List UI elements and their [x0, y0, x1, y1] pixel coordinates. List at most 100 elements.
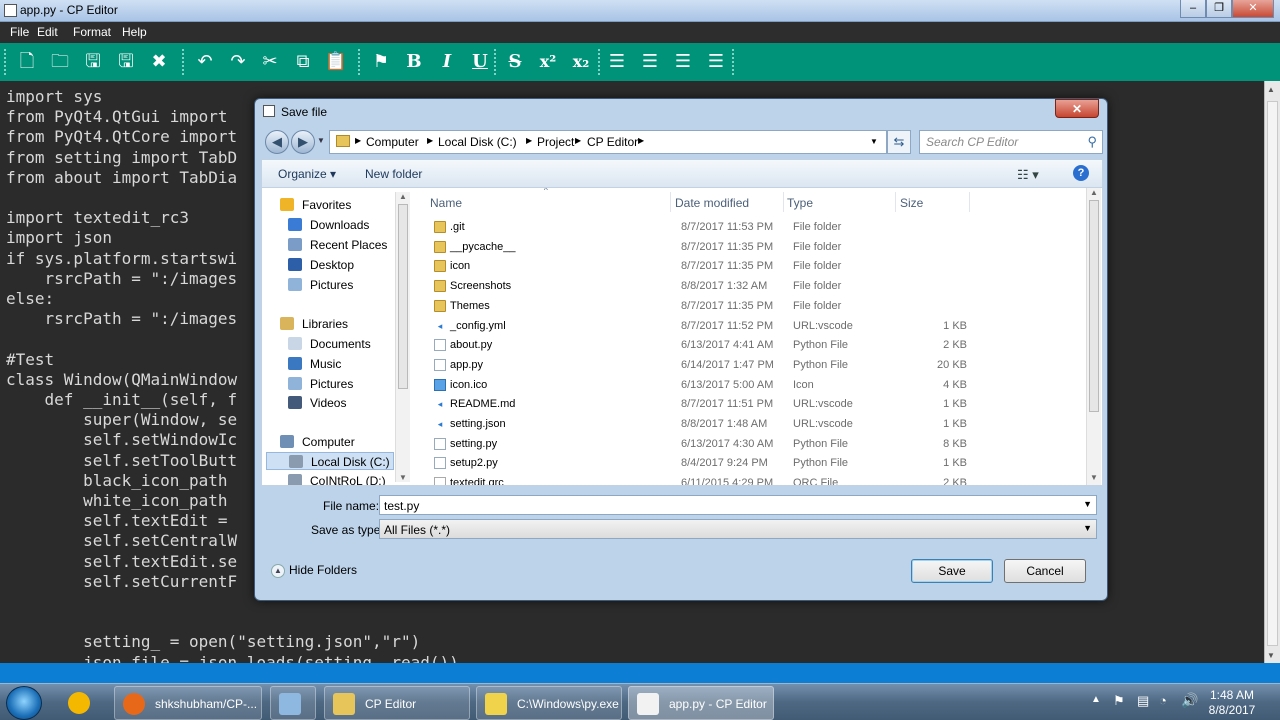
address-bar[interactable]: ▶ Computer ▶ Local Disk (C:) ▶ Project ▶… — [329, 130, 887, 154]
menu-file[interactable]: File — [10, 25, 29, 39]
new-file-icon[interactable]: 🗋 — [14, 50, 40, 74]
paste-icon[interactable]: 📋 — [323, 50, 349, 74]
table-row[interactable]: ◂ README.md 8/7/2017 11:51 PM URL:vscode 1 K… — [414, 395, 1084, 415]
undo-icon[interactable]: ↶ — [192, 50, 218, 74]
taskbar-item-window[interactable] — [270, 686, 316, 720]
dialog-close-button[interactable]: ✕ — [1055, 99, 1099, 118]
column-divider[interactable] — [670, 192, 671, 212]
minimize-button[interactable]: – — [1180, 0, 1206, 18]
change-view-icon[interactable]: ☷ ▾ — [1017, 167, 1039, 183]
taskbar-item-editor[interactable]: app.py - CP Editor — [628, 686, 774, 720]
breadcrumb-computer[interactable]: Computer — [366, 135, 419, 149]
scroll-up-icon[interactable]: ▲ — [1267, 85, 1275, 94]
scroll-up-icon[interactable]: ▲ — [1090, 188, 1098, 197]
recent-locations-icon[interactable]: ▼ — [317, 136, 325, 145]
organize-button[interactable]: Organize ▾ — [278, 167, 336, 181]
editor-scrollbar[interactable]: ▲ ▼ — [1264, 81, 1280, 663]
cut-icon[interactable]: ✂ — [257, 50, 283, 74]
wifi-icon[interactable]: ◔ — [1159, 693, 1167, 708]
align-center-icon[interactable]: ☰ — [637, 50, 663, 74]
table-row[interactable]: Themes 8/7/2017 11:35 PM File folder — [414, 297, 1084, 317]
table-row[interactable]: ◂ setting.json 8/8/2017 1:48 AM URL:vscode 1… — [414, 415, 1084, 435]
taskbar-item-python[interactable]: C:\Windows\py.exe — [476, 686, 622, 720]
nav-scrollbar[interactable]: ▲ ▼ — [395, 192, 410, 482]
scroll-down-icon[interactable]: ▼ — [1267, 651, 1275, 660]
network-icon[interactable]: ▤ — [1137, 693, 1149, 709]
column-name[interactable]: Name — [430, 196, 462, 210]
help-icon[interactable]: ? — [1073, 165, 1089, 181]
column-divider[interactable] — [783, 192, 784, 212]
copy-icon[interactable]: ⧉ — [290, 50, 316, 74]
column-divider[interactable] — [969, 192, 970, 212]
column-size[interactable]: Size — [900, 196, 923, 210]
scroll-up-icon[interactable]: ▲ — [399, 192, 407, 201]
table-row[interactable]: app.py 6/14/2017 1:47 PM Python File 20 KB — [414, 356, 1084, 376]
maximize-button[interactable]: ❐ — [1206, 0, 1232, 18]
justify-icon[interactable]: ☰ — [703, 50, 729, 74]
breadcrumb-local-disk[interactable]: Local Disk (C:) — [438, 135, 517, 149]
cancel-button[interactable]: Cancel — [1004, 559, 1086, 583]
taskbar-item-explorer[interactable]: CP Editor — [324, 686, 470, 720]
redo-icon[interactable]: ↷ — [225, 50, 251, 74]
table-row[interactable]: Screenshots 8/8/2017 1:32 AM File folder — [414, 277, 1084, 297]
bold-icon[interactable]: B — [401, 50, 427, 74]
chevron-down-icon[interactable]: ▼ — [1083, 523, 1092, 533]
volume-icon[interactable]: 🔊 — [1181, 692, 1198, 709]
strikethrough-icon[interactable]: S — [502, 50, 528, 74]
column-date[interactable]: Date modified — [675, 196, 749, 210]
close-icon[interactable]: ✖ — [146, 50, 172, 74]
scroll-down-icon[interactable]: ▼ — [1090, 473, 1098, 482]
new-folder-button[interactable]: New folder — [365, 167, 422, 181]
menu-format[interactable]: Format — [73, 25, 111, 39]
save-button[interactable]: Save — [911, 559, 993, 583]
table-row[interactable]: __pycache__ 8/7/2017 11:35 PM File folder — [414, 238, 1084, 258]
scroll-down-icon[interactable]: ▼ — [399, 473, 407, 482]
breadcrumb-cp-editor[interactable]: CP Editor — [587, 135, 638, 149]
file-list-scrollbar[interactable]: ▲ ▼ — [1086, 188, 1101, 485]
table-row[interactable]: setting.py 6/13/2017 4:30 AM Python File 8 … — [414, 435, 1084, 455]
subscript-icon[interactable]: x₂ — [568, 50, 594, 74]
table-row[interactable]: about.py 6/13/2017 4:41 AM Python File 2 KB — [414, 336, 1084, 356]
chevron-down-icon[interactable]: ▼ — [1083, 499, 1092, 509]
table-row[interactable]: icon.ico 6/13/2017 5:00 AM Icon 4 KB — [414, 376, 1084, 396]
italic-icon[interactable]: I — [434, 50, 460, 74]
superscript-icon[interactable]: x² — [535, 50, 561, 74]
clock[interactable]: 1:48 AM 8/8/2017 — [1202, 688, 1262, 718]
nav-local-disk[interactable]: Local Disk (C:) — [266, 452, 394, 470]
align-right-icon[interactable]: ☰ — [670, 50, 696, 74]
column-type[interactable]: Type — [787, 196, 813, 210]
save-icon[interactable]: 🖫 — [80, 50, 106, 74]
menu-edit[interactable]: Edit — [37, 25, 58, 39]
table-row[interactable]: setup2.py 8/4/2017 9:24 PM Python File 1 KB — [414, 454, 1084, 474]
save-as-icon[interactable]: 🖫 — [113, 50, 139, 74]
table-row[interactable]: ◂ _config.yml 8/7/2017 11:52 PM URL:vscode 1… — [414, 317, 1084, 337]
taskbar-item-firefox[interactable]: shkshubham/CP-... — [114, 686, 262, 720]
open-folder-icon[interactable]: 🗀 — [47, 50, 73, 74]
tray-expand-icon[interactable]: ▲ — [1091, 694, 1101, 705]
font-icon[interactable]: ⚑ — [368, 50, 394, 74]
taskbar-item-media[interactable] — [64, 686, 104, 720]
address-dropdown-icon[interactable]: ▼ — [870, 137, 878, 146]
table-row[interactable]: icon 8/7/2017 11:35 PM File folder — [414, 257, 1084, 277]
table-row[interactable]: textedit.qrc 6/11/2015 4:29 PM QRC File 2 K… — [414, 474, 1084, 485]
forward-arrow-icon[interactable]: ▶ — [291, 130, 315, 154]
underline-icon[interactable]: U — [467, 50, 493, 74]
action-center-icon[interactable]: ⚑ — [1113, 693, 1125, 709]
table-row[interactable]: .git 8/7/2017 11:53 PM File folder — [414, 218, 1084, 238]
close-button[interactable]: ✕ — [1232, 0, 1274, 18]
scroll-thumb[interactable] — [1089, 200, 1099, 412]
refresh-icon[interactable]: ⇆ — [887, 130, 911, 154]
search-input[interactable]: Search CP Editor ⚲ — [919, 130, 1103, 154]
back-arrow-icon[interactable]: ◀ — [265, 130, 289, 154]
align-left-icon[interactable]: ☰ — [604, 50, 630, 74]
scroll-thumb[interactable] — [1267, 101, 1278, 646]
start-button[interactable] — [6, 686, 42, 720]
scroll-thumb[interactable] — [398, 204, 408, 389]
breadcrumb-project[interactable]: Project — [537, 135, 574, 149]
column-divider[interactable] — [895, 192, 896, 212]
menu-help[interactable]: Help — [122, 25, 147, 39]
save-type-select[interactable]: All Files (*.*) ▼ — [379, 519, 1097, 539]
search-icon[interactable]: ⚲ — [1087, 134, 1097, 150]
file-name-field[interactable]: test.py ▼ — [379, 495, 1097, 515]
hide-folders-button[interactable]: ▲ Hide Folders — [271, 563, 357, 578]
